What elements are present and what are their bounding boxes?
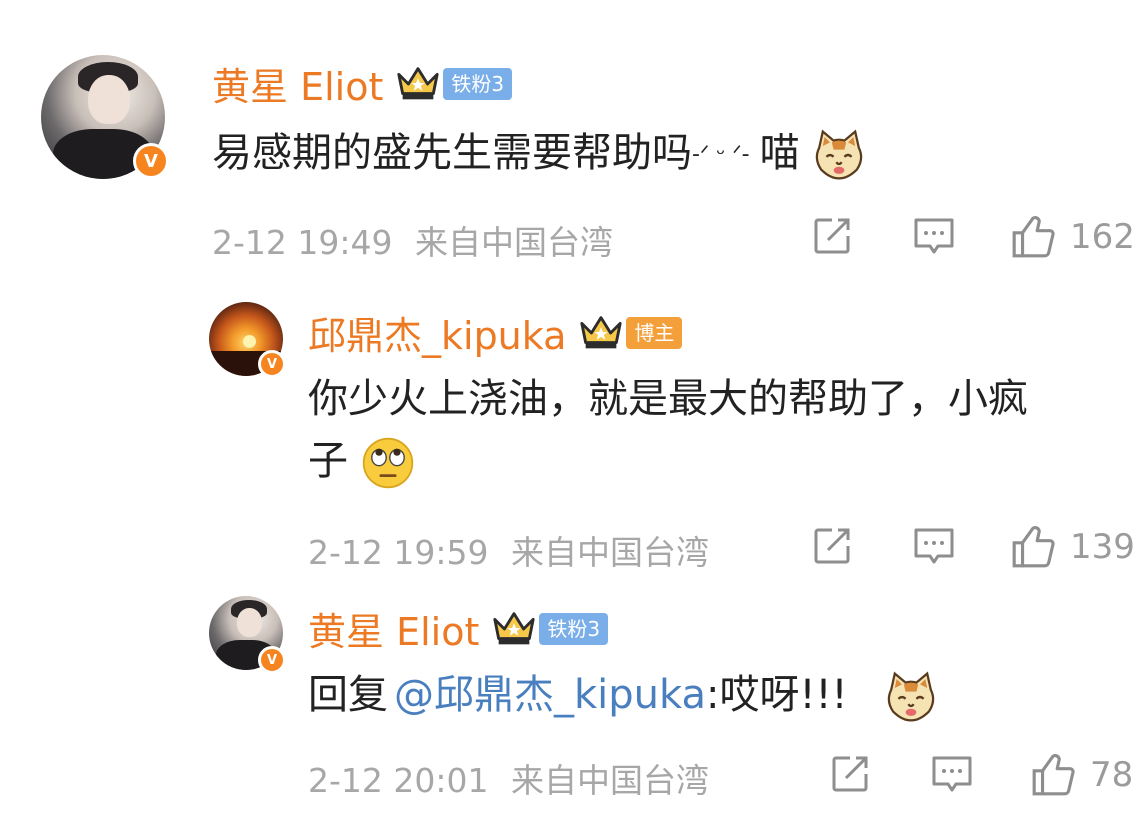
comment-icon[interactable]: [912, 526, 956, 566]
fan-badge[interactable]: 铁粉3: [539, 612, 609, 645]
like-count: 139: [1070, 527, 1135, 567]
share-icon[interactable]: [812, 526, 852, 566]
comment-meta: 2-12 19:49 来自中国台湾: [212, 216, 613, 264]
like-button[interactable]: 139: [1010, 524, 1135, 570]
comment-text: 回复 @邱鼎杰_kipuka:哎呀!!!: [308, 664, 938, 726]
cat-face-emoji: [812, 128, 866, 182]
crown-icon: [578, 313, 624, 353]
location: 来自中国台湾: [415, 223, 613, 262]
username[interactable]: 黄星 Eliot: [212, 56, 383, 111]
timestamp: 2-12 20:01: [308, 761, 489, 800]
username-row: 邱鼎杰_kipuka 博主: [308, 305, 683, 360]
thumbs-up-icon: [1030, 752, 1076, 798]
username[interactable]: 邱鼎杰_kipuka: [308, 305, 566, 360]
comment-text: 易感期的盛先生需要帮助吗-ᐟ ᵕ ᐟ- 喵: [212, 122, 866, 186]
verified-badge: V: [258, 646, 286, 674]
comment-icon[interactable]: [912, 216, 956, 256]
comment-icon[interactable]: [930, 754, 974, 794]
verified-badge: V: [258, 350, 286, 378]
cat-face-emoji: [884, 670, 938, 724]
verified-badge: V: [133, 143, 169, 179]
location: 来自中国台湾: [511, 533, 709, 572]
like-count: 162: [1070, 217, 1135, 257]
share-icon[interactable]: [812, 216, 852, 256]
eye-roll-emoji: [361, 436, 415, 490]
like-button[interactable]: 162: [1010, 214, 1135, 260]
comment-text: 你少火上浇油，就是最大的帮助了，小疯 子: [308, 368, 1028, 492]
comment-meta: 2-12 20:01 来自中国台湾: [308, 754, 709, 802]
like-button[interactable]: 78: [1030, 752, 1133, 798]
timestamp: 2-12 19:59: [308, 533, 489, 572]
crown-icon: [395, 64, 441, 104]
comment-meta: 2-12 19:59 来自中国台湾: [308, 526, 709, 574]
username-row: 黄星 Eliot 铁粉3: [212, 56, 513, 111]
timestamp: 2-12 19:49: [212, 223, 393, 262]
thumbs-up-icon: [1010, 524, 1056, 570]
username[interactable]: 黄星 Eliot: [308, 601, 479, 656]
mention-link[interactable]: @邱鼎杰_kipuka: [394, 672, 706, 718]
crown-icon: [491, 609, 537, 649]
kaomoji: -ᐟ ᵕ ᐟ-: [692, 142, 750, 167]
share-icon[interactable]: [830, 754, 870, 794]
thumbs-up-icon: [1010, 214, 1056, 260]
reply-prefix: 回复: [308, 672, 388, 718]
fan-badge[interactable]: 铁粉3: [443, 67, 513, 100]
like-count: 78: [1090, 755, 1134, 795]
username-row: 黄星 Eliot 铁粉3: [308, 601, 609, 656]
author-badge[interactable]: 博主: [626, 316, 683, 349]
location: 来自中国台湾: [511, 761, 709, 800]
